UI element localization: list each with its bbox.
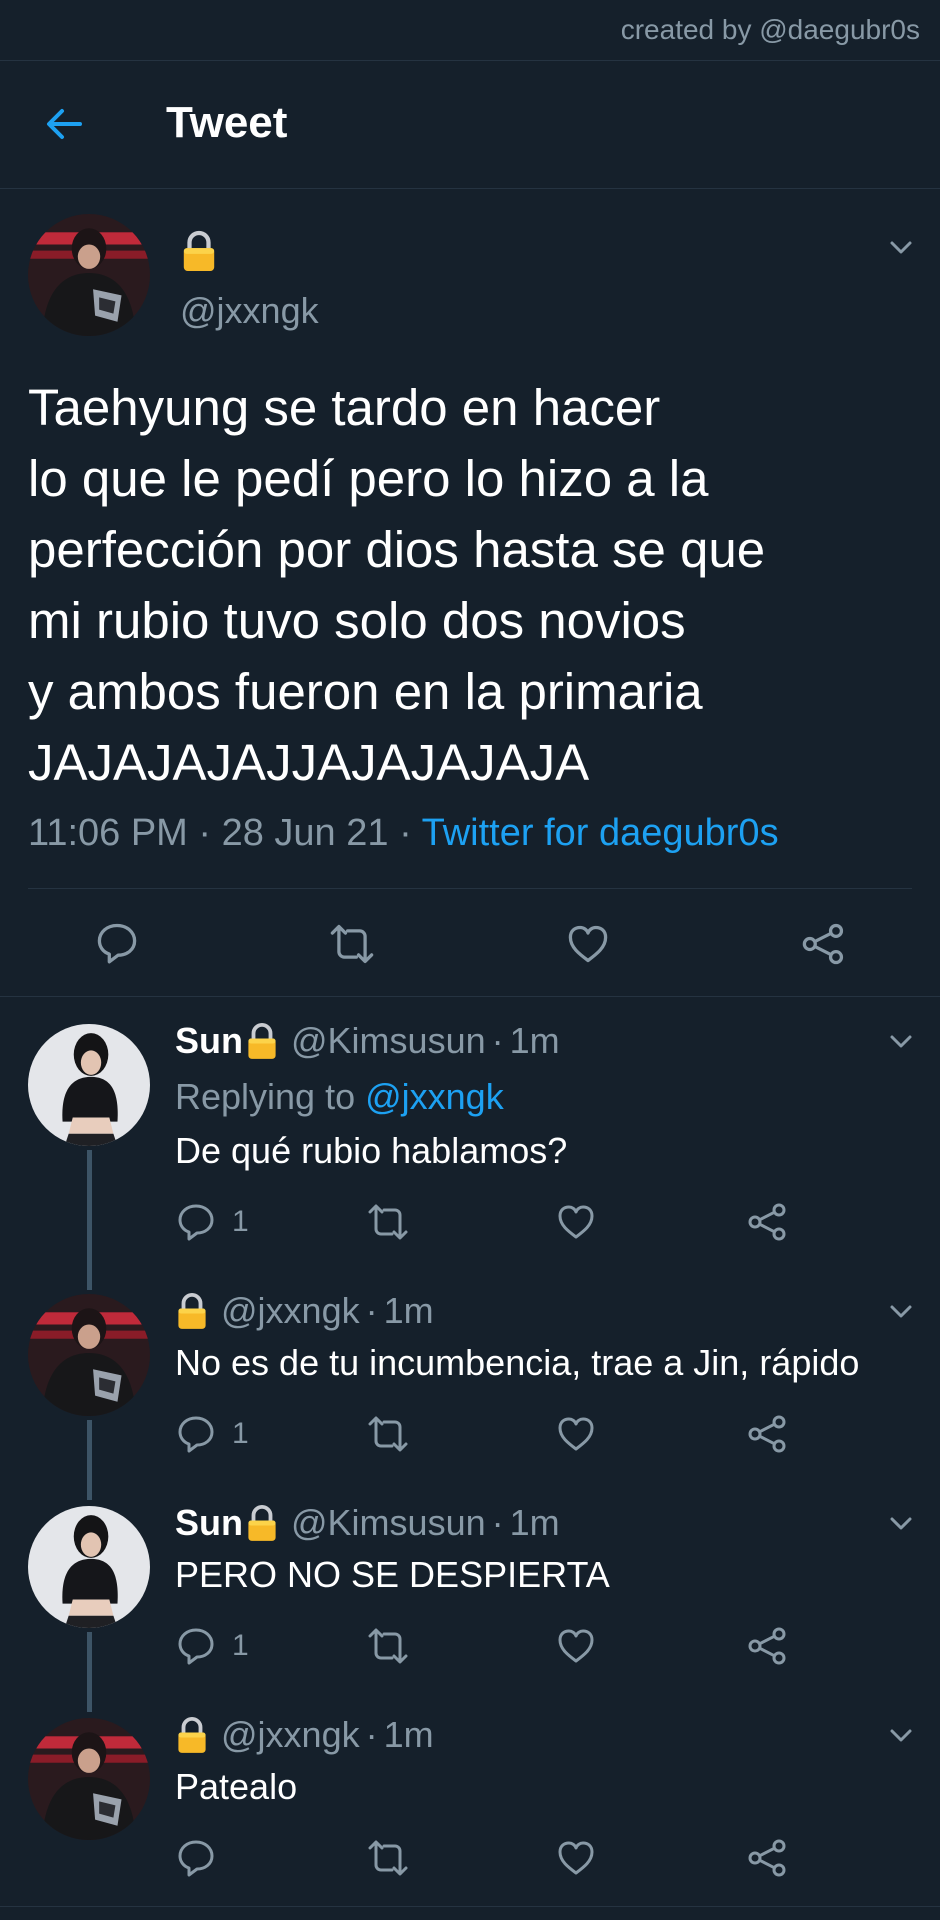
share-icon[interactable] (746, 1626, 790, 1666)
heart-icon[interactable] (556, 1414, 596, 1454)
reply-text: No es de tu incumbencia, trae a Jin, ráp… (175, 1342, 860, 1383)
tweet-text: Taehyung se tardo en hacer lo que le ped… (28, 379, 766, 791)
handle[interactable]: @Kimsusun (291, 1502, 486, 1544)
heart-icon[interactable] (556, 1202, 596, 1242)
heart-icon[interactable] (556, 1838, 596, 1878)
heart-icon[interactable] (556, 1626, 596, 1666)
replying-to-label: Replying to (175, 1076, 366, 1117)
reply-header: Sun @Kimsusun · 1m (175, 1502, 560, 1544)
reply-header: @jxxngk · 1m (175, 1290, 434, 1332)
retweet-icon[interactable] (366, 1414, 410, 1454)
share-icon[interactable] (800, 922, 848, 966)
divider (0, 996, 940, 997)
reply-text: PERO NO SE DESPIERTA (175, 1554, 610, 1595)
credit-bar: created by @daegubr0s (0, 0, 940, 61)
display-name[interactable]: Sun (175, 1020, 243, 1062)
reply-text: De qué rubio hablamos? (175, 1130, 568, 1171)
reply-icon[interactable] (95, 920, 139, 964)
handle[interactable]: @jxxngk (221, 1290, 360, 1332)
avatar[interactable] (28, 1024, 150, 1146)
heart-icon[interactable] (566, 922, 610, 966)
page-title: Tweet (166, 98, 288, 147)
retweet-icon[interactable] (366, 1202, 410, 1242)
share-icon[interactable] (746, 1202, 790, 1242)
timestamp: 1m (383, 1290, 434, 1331)
reply-icon[interactable] (176, 1413, 216, 1453)
retweet-icon[interactable] (328, 922, 376, 966)
credit-text: created by @daegubr0s (620, 14, 920, 45)
timestamp: 1m (509, 1020, 560, 1061)
replying-to: Replying to @jxxngk (175, 1076, 504, 1118)
lock-icon (245, 1504, 279, 1542)
reply-text: Patealo (175, 1766, 298, 1807)
reply-header: @jxxngk · 1m (175, 1714, 434, 1756)
reply-icon[interactable] (176, 1837, 216, 1877)
chevron-down-icon[interactable] (886, 1296, 916, 1326)
reply-icon[interactable] (176, 1625, 216, 1665)
retweet-icon[interactable] (366, 1626, 410, 1666)
thread-line (87, 1420, 92, 1500)
avatar[interactable] (28, 1506, 150, 1628)
separator: · (365, 1290, 378, 1331)
tweet-meta: 11:06 PM · 28 Jun 21 · Twitter for daegu… (28, 812, 779, 855)
share-icon[interactable] (746, 1838, 790, 1878)
avatar[interactable] (28, 1718, 150, 1840)
separator: · (491, 1502, 504, 1543)
share-icon[interactable] (746, 1414, 790, 1454)
separator: · (491, 1020, 504, 1061)
avatar[interactable] (28, 1294, 150, 1416)
thread-line (87, 1632, 92, 1712)
reply-count: 1 (232, 1205, 249, 1238)
timestamp: 1m (383, 1714, 434, 1755)
reply-header: Sun @Kimsusun · 1m (175, 1020, 560, 1062)
handle[interactable]: @Kimsusun (291, 1020, 486, 1062)
tweet-source-link[interactable]: Twitter for daegubr0s (422, 812, 779, 854)
chevron-down-icon[interactable] (886, 1720, 916, 1750)
lock-icon (175, 1292, 209, 1330)
reply-icon[interactable] (176, 1201, 216, 1241)
lock-icon (180, 230, 218, 272)
timestamp: 1m (509, 1502, 560, 1543)
tweet-handle[interactable]: @jxxngk (180, 290, 319, 332)
chevron-down-icon[interactable] (886, 232, 916, 262)
separator: · (365, 1714, 378, 1755)
thread-line (87, 1150, 92, 1290)
reply-count: 1 (232, 1417, 249, 1450)
reply-count: 1 (232, 1629, 249, 1662)
top-app-bar: Tweet (0, 60, 940, 189)
handle[interactable]: @jxxngk (221, 1714, 360, 1756)
divider (0, 1906, 940, 1907)
divider (28, 888, 912, 889)
replying-to-mention[interactable]: @jxxngk (365, 1076, 504, 1117)
lock-icon (175, 1716, 209, 1754)
avatar[interactable] (28, 214, 150, 336)
chevron-down-icon[interactable] (886, 1026, 916, 1056)
lock-icon (245, 1022, 279, 1060)
arrow-left-icon[interactable] (40, 100, 88, 148)
retweet-icon[interactable] (366, 1838, 410, 1878)
chevron-down-icon[interactable] (886, 1508, 916, 1538)
tweet-timestamp: 11:06 PM · 28 Jun 21 · (28, 812, 422, 854)
display-name[interactable]: Sun (175, 1502, 243, 1544)
